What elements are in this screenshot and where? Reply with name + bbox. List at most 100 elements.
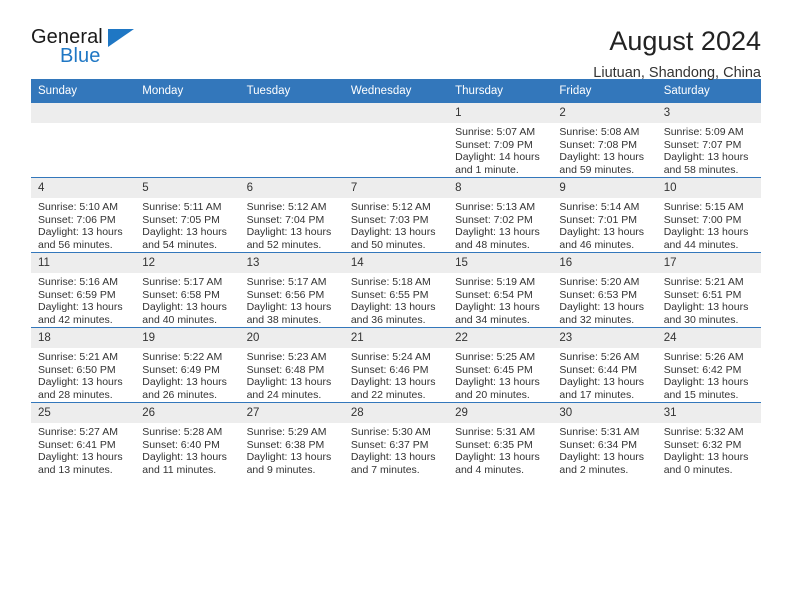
- daylight-text-line1: Daylight: 13 hours: [559, 226, 645, 239]
- daylight-text-line2: and 52 minutes.: [246, 238, 322, 251]
- day-number: 6: [239, 178, 344, 198]
- daylight-text-line2: and 59 minutes.: [559, 163, 635, 176]
- calendar-day-cell[interactable]: 16 Sunrise: 5:20 AM Sunset: 6:53 PM Dayligh…: [552, 252, 657, 328]
- calendar-week-row: 18 Sunrise: 5:21 AM Sunset: 6:50 PM Dayligh…: [31, 327, 761, 403]
- calendar-day-cell-empty: [135, 103, 240, 178]
- sunrise-text: Sunrise: 5:31 AM: [559, 426, 640, 438]
- calendar-day-cell[interactable]: 31 Sunrise: 5:32 AM Sunset: 6:32 PM Dayligh…: [656, 402, 761, 477]
- day-details: Sunrise: 5:20 AM Sunset: 6:53 PM Daylight:…: [552, 273, 656, 326]
- calendar-day-cell[interactable]: 17 Sunrise: 5:21 AM Sunset: 6:51 PM Dayligh…: [656, 252, 761, 328]
- daylight-text-line2: and 54 minutes.: [142, 238, 217, 251]
- daylight-text-line1: Daylight: 13 hours: [455, 301, 540, 314]
- daylight-text-line1: Daylight: 13 hours: [350, 226, 436, 239]
- daylight-text-line1: Daylight: 13 hours: [142, 301, 227, 314]
- calendar-day-cell[interactable]: 13 Sunrise: 5:17 AM Sunset: 6:56 PM Dayligh…: [239, 252, 344, 328]
- daylight-text-line1: Daylight: 13 hours: [455, 226, 540, 239]
- weekday-header-wednesday: Wednesday: [343, 79, 449, 103]
- calendar-day-cell[interactable]: 7 Sunrise: 5:12 AM Sunset: 7:03 PM Daylight…: [343, 177, 449, 253]
- day-number: 19: [135, 328, 240, 348]
- day-number: 29: [448, 403, 553, 423]
- daylight-text-line2: and 30 minutes.: [663, 313, 739, 326]
- daylight-text-line2: and 38 minutes.: [246, 313, 322, 326]
- calendar-day-cell[interactable]: 27 Sunrise: 5:29 AM Sunset: 6:38 PM Dayligh…: [239, 402, 344, 477]
- daylight-text-line2: and 11 minutes.: [142, 463, 217, 476]
- day-details: Sunrise: 5:31 AM Sunset: 6:35 PM Daylight:…: [448, 423, 552, 476]
- day-number: 25: [31, 403, 136, 423]
- calendar-day-cell[interactable]: 6 Sunrise: 5:12 AM Sunset: 7:04 PM Daylight…: [239, 177, 344, 253]
- calendar-day-cell[interactable]: 30 Sunrise: 5:31 AM Sunset: 6:34 PM Dayligh…: [552, 402, 657, 477]
- day-details: Sunrise: 5:09 AM Sunset: 7:07 PM Daylight:…: [657, 123, 761, 176]
- sunset-text: Sunset: 6:45 PM: [455, 363, 533, 376]
- sunset-text: Sunset: 6:37 PM: [350, 438, 429, 451]
- calendar-day-cell[interactable]: 8 Sunrise: 5:13 AM Sunset: 7:02 PM Daylight…: [448, 177, 553, 253]
- calendar-day-cell[interactable]: 29 Sunrise: 5:31 AM Sunset: 6:35 PM Dayligh…: [448, 402, 553, 477]
- day-number: 17: [656, 253, 761, 273]
- sunrise-text: Sunrise: 5:18 AM: [350, 276, 431, 288]
- calendar-day-cell[interactable]: 11 Sunrise: 5:16 AM Sunset: 6:59 PM Dayligh…: [31, 252, 136, 328]
- sunset-text: Sunset: 6:44 PM: [559, 363, 638, 376]
- sunrise-text: Sunrise: 5:13 AM: [455, 201, 536, 213]
- daylight-text-line1: Daylight: 14 hours: [455, 151, 540, 164]
- daylight-text-line1: Daylight: 13 hours: [38, 451, 123, 464]
- daylight-text-line2: and 58 minutes.: [663, 163, 739, 176]
- day-number: 28: [343, 403, 449, 423]
- sunset-text: Sunset: 7:06 PM: [38, 213, 116, 226]
- sunset-text: Sunset: 6:56 PM: [246, 288, 325, 301]
- calendar-day-cell[interactable]: 24 Sunrise: 5:26 AM Sunset: 6:42 PM Dayligh…: [656, 327, 761, 403]
- day-details: Sunrise: 5:17 AM Sunset: 6:58 PM Daylight:…: [135, 273, 239, 326]
- calendar-day-cell[interactable]: 15 Sunrise: 5:19 AM Sunset: 6:54 PM Dayligh…: [448, 252, 553, 328]
- calendar-day-cell[interactable]: 22 Sunrise: 5:25 AM Sunset: 6:45 PM Dayligh…: [448, 327, 553, 403]
- daylight-text-line2: and 34 minutes.: [455, 313, 530, 326]
- day-number: 20: [239, 328, 344, 348]
- daylight-text-line2: and 48 minutes.: [455, 238, 530, 251]
- calendar-day-cell[interactable]: 19 Sunrise: 5:22 AM Sunset: 6:49 PM Dayligh…: [135, 327, 240, 403]
- calendar-page: General Blue August 2024 Liutuan, Shando…: [0, 0, 792, 612]
- calendar-day-cell[interactable]: 28 Sunrise: 5:30 AM Sunset: 6:37 PM Dayligh…: [343, 402, 449, 477]
- day-details: Sunrise: 5:16 AM Sunset: 6:59 PM Daylight:…: [31, 273, 135, 326]
- calendar-day-cell[interactable]: 1 Sunrise: 5:07 AM Sunset: 7:09 PM Daylight…: [448, 103, 553, 178]
- calendar-day-cell[interactable]: 9 Sunrise: 5:14 AM Sunset: 7:01 PM Daylight…: [552, 177, 657, 253]
- day-number: 3: [656, 103, 761, 123]
- day-number: [135, 103, 240, 123]
- day-number: [343, 103, 449, 123]
- sunrise-text: Sunrise: 5:12 AM: [350, 201, 431, 213]
- day-details: Sunrise: 5:26 AM Sunset: 6:42 PM Daylight:…: [657, 348, 761, 401]
- day-details: Sunrise: 5:15 AM Sunset: 7:00 PM Daylight:…: [657, 198, 761, 251]
- day-number: 5: [135, 178, 240, 198]
- sunrise-text: Sunrise: 5:24 AM: [350, 351, 431, 363]
- location-subtitle: Liutuan, Shandong, China: [593, 65, 761, 81]
- calendar-day-cell[interactable]: 25 Sunrise: 5:27 AM Sunset: 6:41 PM Dayligh…: [31, 402, 136, 477]
- daylight-text-line1: Daylight: 13 hours: [246, 451, 332, 464]
- calendar-day-cell[interactable]: 4 Sunrise: 5:10 AM Sunset: 7:06 PM Daylight…: [31, 177, 136, 253]
- brand-logo[interactable]: General Blue: [31, 26, 151, 72]
- sunset-text: Sunset: 7:04 PM: [246, 213, 325, 226]
- daylight-text-line1: Daylight: 13 hours: [38, 226, 123, 239]
- day-number: 30: [552, 403, 657, 423]
- calendar-day-cell[interactable]: 21 Sunrise: 5:24 AM Sunset: 6:46 PM Dayligh…: [343, 327, 449, 403]
- sunset-text: Sunset: 7:02 PM: [455, 213, 533, 226]
- calendar-day-cell[interactable]: 5 Sunrise: 5:11 AM Sunset: 7:05 PM Daylight…: [135, 177, 240, 253]
- calendar-day-cell[interactable]: 14 Sunrise: 5:18 AM Sunset: 6:55 PM Dayligh…: [343, 252, 449, 328]
- sunrise-text: Sunrise: 5:10 AM: [38, 201, 118, 213]
- day-details: Sunrise: 5:17 AM Sunset: 6:56 PM Daylight:…: [240, 273, 344, 326]
- calendar-day-cell[interactable]: 23 Sunrise: 5:26 AM Sunset: 6:44 PM Dayligh…: [552, 327, 657, 403]
- calendar-day-cell[interactable]: 2 Sunrise: 5:08 AM Sunset: 7:08 PM Daylight…: [552, 103, 657, 178]
- sunrise-text: Sunrise: 5:22 AM: [142, 351, 223, 363]
- daylight-text-line2: and 4 minutes.: [455, 463, 525, 476]
- daylight-text-line2: and 17 minutes.: [559, 388, 635, 401]
- day-number: 16: [552, 253, 657, 273]
- calendar-day-cell[interactable]: 10 Sunrise: 5:15 AM Sunset: 7:00 PM Dayligh…: [656, 177, 761, 253]
- sunrise-text: Sunrise: 5:26 AM: [663, 351, 744, 363]
- day-number: 22: [448, 328, 553, 348]
- calendar-day-cell[interactable]: 12 Sunrise: 5:17 AM Sunset: 6:58 PM Dayligh…: [135, 252, 240, 328]
- calendar-day-cell[interactable]: 20 Sunrise: 5:23 AM Sunset: 6:48 PM Dayligh…: [239, 327, 344, 403]
- daylight-text-line2: and 56 minutes.: [38, 238, 113, 251]
- daylight-text-line1: Daylight: 13 hours: [350, 451, 436, 464]
- calendar-day-cell[interactable]: 3 Sunrise: 5:09 AM Sunset: 7:07 PM Daylight…: [656, 103, 761, 178]
- day-details: Sunrise: 5:25 AM Sunset: 6:45 PM Daylight:…: [448, 348, 552, 401]
- calendar-day-cell[interactable]: 18 Sunrise: 5:21 AM Sunset: 6:50 PM Dayligh…: [31, 327, 136, 403]
- daylight-text-line1: Daylight: 13 hours: [350, 376, 436, 389]
- daylight-text-line2: and 22 minutes.: [350, 388, 426, 401]
- sunrise-text: Sunrise: 5:15 AM: [663, 201, 744, 213]
- calendar-day-cell[interactable]: 26 Sunrise: 5:28 AM Sunset: 6:40 PM Dayligh…: [135, 402, 240, 477]
